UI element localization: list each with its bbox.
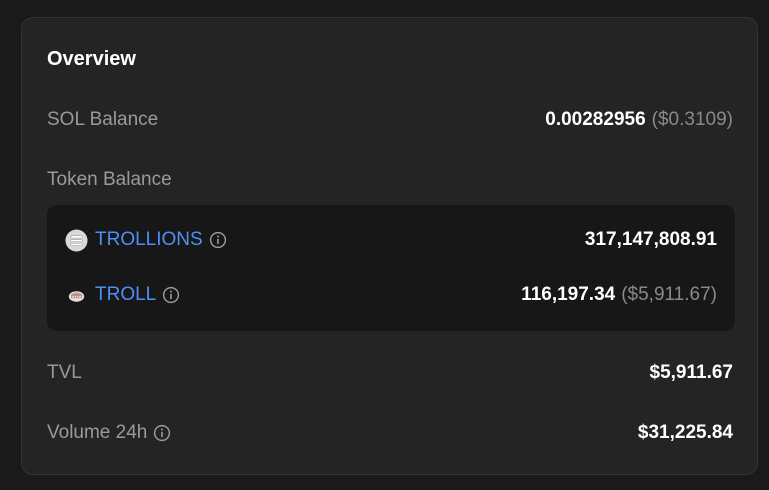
sol-balance-amount: 0.00282956 bbox=[545, 109, 646, 130]
token-amount: 317,147,808.91 bbox=[584, 229, 717, 250]
token-amount-trollions: 317,147,808.91 bbox=[585, 229, 717, 251]
volume-value: $31,225.84 bbox=[637, 422, 733, 443]
info-icon[interactable] bbox=[153, 424, 171, 442]
overview-card: Overview SOL Balance 0.00282956 ($0.3109… bbox=[21, 17, 758, 475]
token-row-troll: TROLL 116,197.34 ($5,911.67) bbox=[65, 281, 717, 309]
token-row-trollions: TROLLIONS 317,147,808.91 bbox=[65, 226, 717, 254]
token-balance-label: Token Balance bbox=[47, 169, 172, 190]
token-identity: TROLL bbox=[65, 284, 180, 307]
troll-token-icon bbox=[68, 290, 85, 302]
overview-title: Overview bbox=[47, 48, 136, 70]
info-icon[interactable] bbox=[209, 231, 227, 249]
token-amount-troll: 116,197.34 ($5,911.67) bbox=[521, 284, 717, 306]
token-link-troll[interactable]: TROLL bbox=[95, 284, 156, 306]
sol-balance-usd: ($0.3109) bbox=[651, 109, 733, 130]
info-icon[interactable] bbox=[162, 286, 180, 304]
trollions-token-icon bbox=[65, 228, 88, 252]
tvl-label: TVL bbox=[47, 362, 82, 383]
tvl-row: TVL $5,911.67 bbox=[47, 359, 733, 387]
token-balance-row: Token Balance bbox=[47, 166, 733, 194]
volume-label-wrap: Volume 24h bbox=[47, 422, 171, 444]
sol-balance-row: SOL Balance 0.00282956 ($0.3109) bbox=[47, 106, 733, 134]
token-usd: ($5,911.67) bbox=[621, 284, 717, 305]
volume-label: Volume 24h bbox=[47, 422, 148, 443]
token-link-trollions[interactable]: TROLLIONS bbox=[95, 229, 203, 251]
volume-row: Volume 24h $31,225.84 bbox=[47, 419, 733, 447]
token-balance-list: TROLLIONS 317,147,808.91 TROLL 116,197.3… bbox=[47, 205, 735, 331]
token-amount: 116,197.34 bbox=[521, 284, 616, 305]
sol-balance-value: 0.00282956 ($0.3109) bbox=[545, 109, 733, 131]
tvl-value: $5,911.67 bbox=[649, 362, 733, 383]
token-identity: TROLLIONS bbox=[65, 228, 227, 252]
sol-balance-label: SOL Balance bbox=[47, 109, 159, 130]
